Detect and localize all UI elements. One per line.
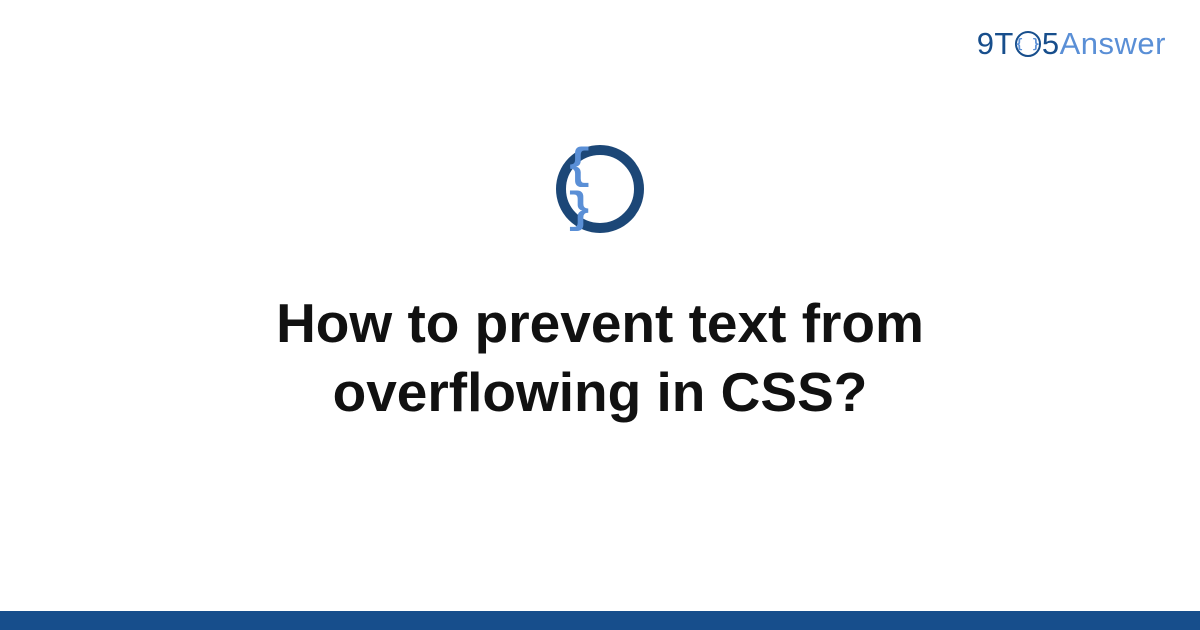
braces-icon: { } [566, 145, 634, 233]
main-content: { } How to prevent text from overflowing… [0, 0, 1200, 630]
question-title: How to prevent text from overflowing in … [150, 289, 1050, 427]
bottom-accent-bar [0, 611, 1200, 630]
category-badge-icon: { } [556, 145, 644, 233]
